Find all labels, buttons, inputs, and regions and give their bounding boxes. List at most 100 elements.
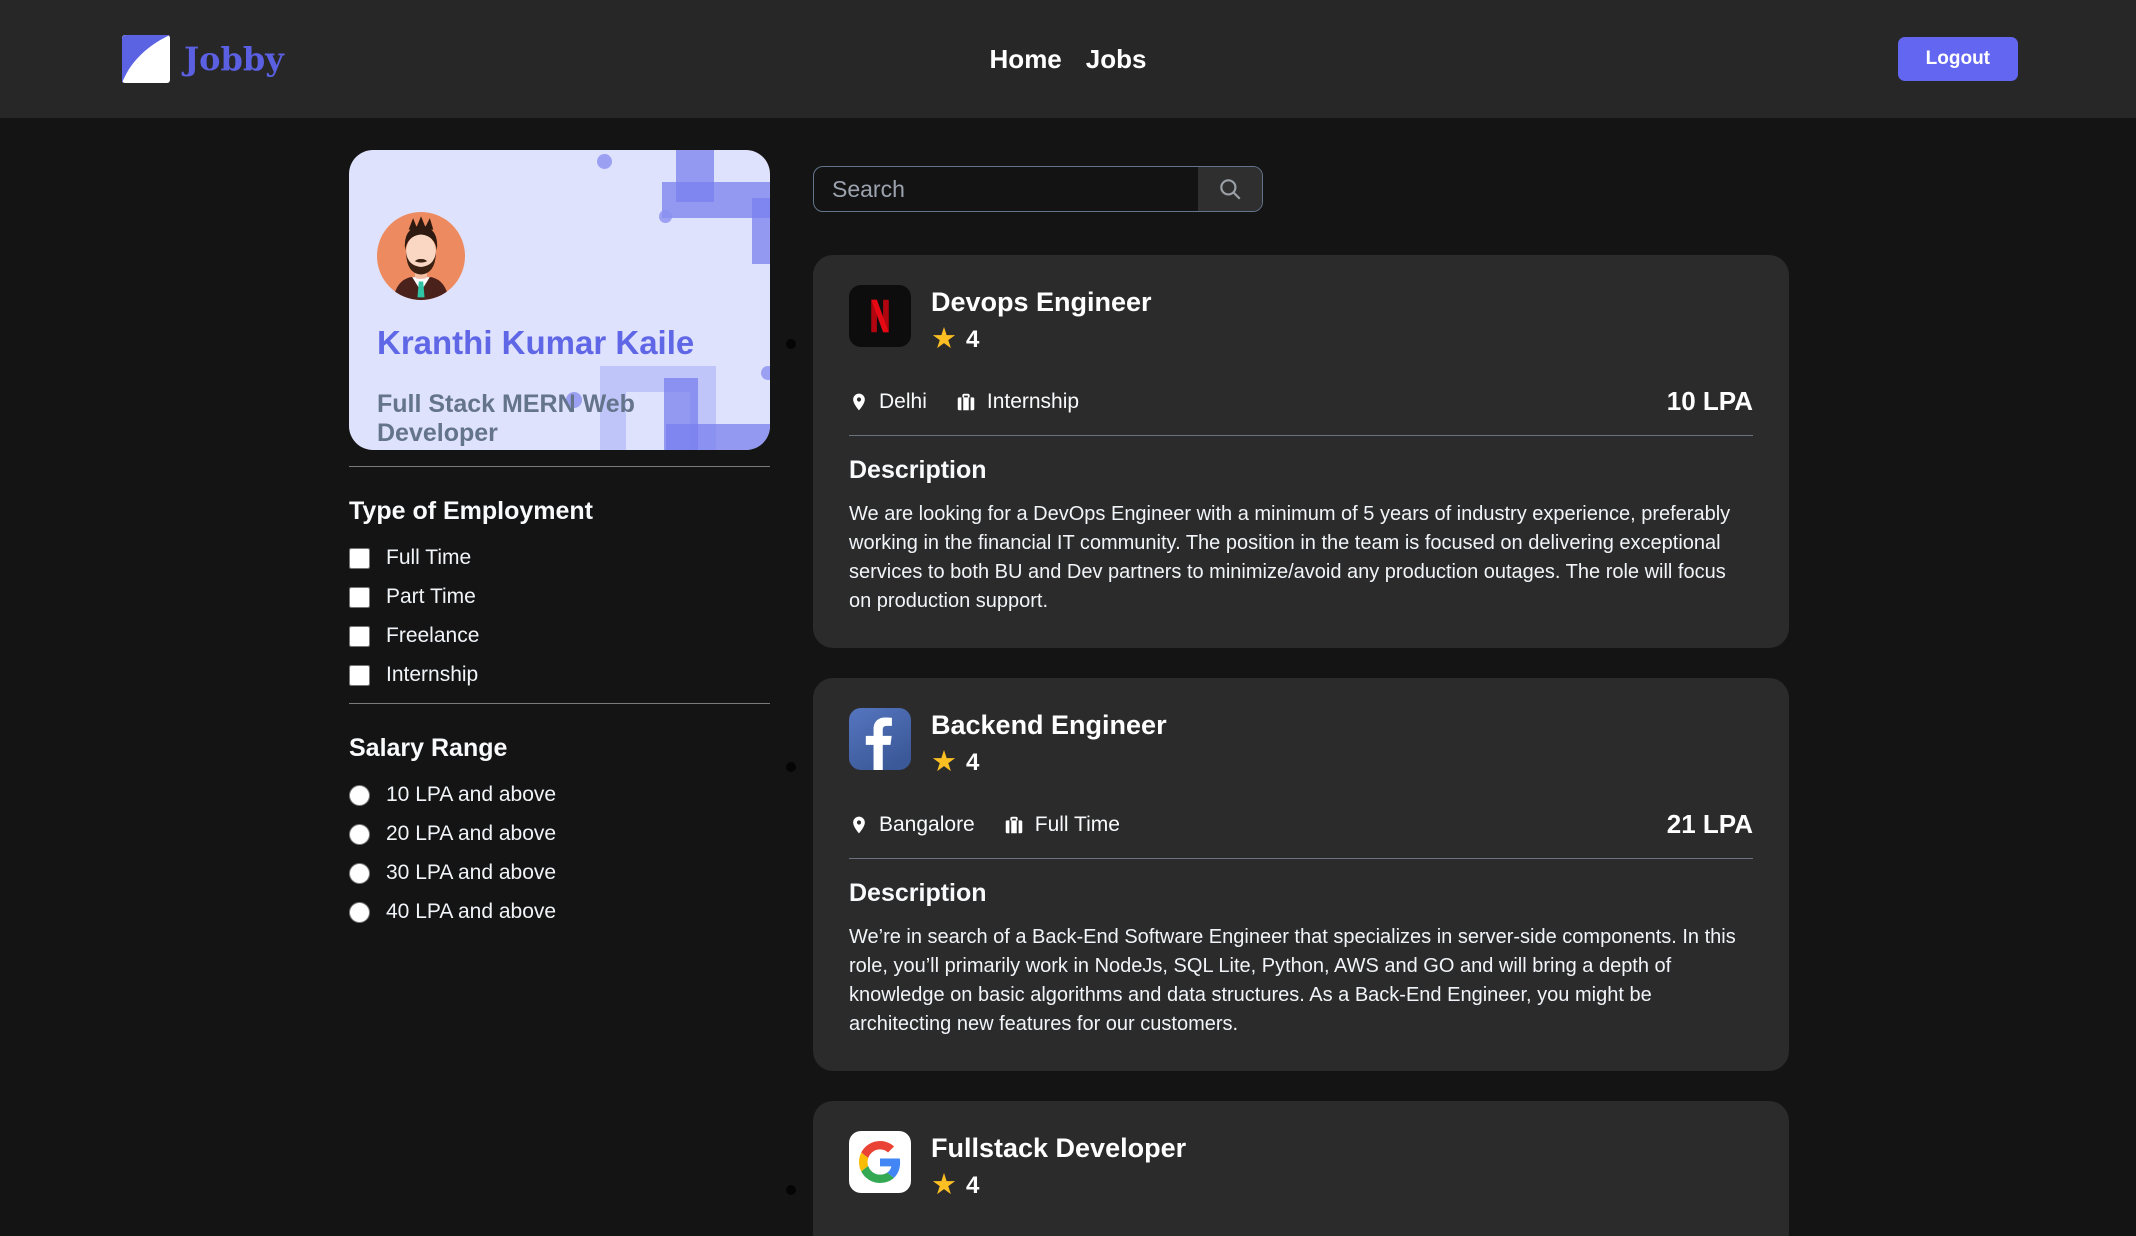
- employment-checkbox[interactable]: [349, 626, 370, 647]
- job-employment-type: Internship: [987, 390, 1079, 414]
- briefcase-icon: [955, 391, 977, 413]
- app-logo[interactable]: Jobby: [122, 35, 284, 83]
- job-rating-value: 4: [966, 326, 979, 354]
- logout-button[interactable]: Logout: [1898, 37, 2018, 81]
- job-location-item: Delhi: [849, 390, 927, 414]
- nav-link-home[interactable]: Home: [990, 44, 1062, 75]
- star-icon: ★: [931, 325, 957, 354]
- job-title-block: Devops Engineer ★ 4: [931, 285, 1152, 354]
- employment-checkbox[interactable]: [349, 665, 370, 686]
- employment-checkbox-label: Part Time: [386, 585, 476, 609]
- employment-checkbox-row[interactable]: Full Time: [349, 546, 770, 570]
- employment-checkbox[interactable]: [349, 548, 370, 569]
- main-content: Kranthi Kumar Kaile Full Stack MERN Web …: [0, 118, 2136, 1236]
- decor-bar: [752, 198, 770, 264]
- salary-radio[interactable]: [349, 902, 370, 923]
- app-logo-text: Jobby: [184, 40, 284, 78]
- job-rating-value: 4: [966, 1172, 979, 1200]
- salary-filter-list: 10 LPA and above 20 LPA and above 30 LPA…: [349, 783, 770, 924]
- employment-filter-title: Type of Employment: [349, 497, 770, 526]
- salary-radio-label: 30 LPA and above: [386, 861, 556, 885]
- job-card-header: Fullstack Developer ★ 4: [849, 1131, 1753, 1200]
- google-logo-icon: [849, 1131, 911, 1193]
- job-title: Devops Engineer: [931, 287, 1152, 318]
- location-pin-icon: [849, 391, 869, 413]
- sidebar-separator: [349, 703, 770, 704]
- profile-bio: Full Stack MERN Web Developer: [377, 390, 742, 448]
- job-meta-row: Bangalore Full Time 21 LPA: [849, 809, 1753, 840]
- job-description-title: Description: [849, 879, 1753, 908]
- salary-radio-row[interactable]: 10 LPA and above: [349, 783, 770, 807]
- star-icon: ★: [931, 748, 957, 777]
- salary-radio-label: 20 LPA and above: [386, 822, 556, 846]
- profile-name: Kranthi Kumar Kaile: [377, 324, 742, 362]
- employment-checkbox-row[interactable]: Freelance: [349, 624, 770, 648]
- employment-filter-list: Full Time Part Time Freelance Internship: [349, 546, 770, 687]
- job-title: Backend Engineer: [931, 710, 1167, 741]
- employment-checkbox[interactable]: [349, 587, 370, 608]
- search-icon: [1217, 176, 1243, 202]
- job-package: 21 LPA: [1667, 809, 1753, 840]
- job-package: 10 LPA: [1667, 1232, 1753, 1236]
- job-card-separator: [849, 435, 1753, 436]
- job-employment-type: Full Time: [1035, 813, 1120, 837]
- search-bar: [813, 166, 1263, 212]
- job-card-header: Devops Engineer ★ 4: [849, 285, 1753, 354]
- job-card[interactable]: Fullstack Developer ★ 4 Hyde: [813, 1101, 1789, 1236]
- salary-radio-label: 40 LPA and above: [386, 900, 556, 924]
- decor-dot: [761, 366, 770, 380]
- job-meta-row: Hyderabad Internship 10 LPA: [849, 1232, 1753, 1236]
- job-meta-row: Delhi Internship 10 LPA: [849, 386, 1753, 417]
- search-button[interactable]: [1198, 167, 1262, 211]
- job-title-block: Backend Engineer ★ 4: [931, 708, 1167, 777]
- job-location-item: Bangalore: [849, 813, 975, 837]
- salary-radio-label: 10 LPA and above: [386, 783, 556, 807]
- salary-filter-title: Salary Range: [349, 734, 770, 763]
- job-package: 10 LPA: [1667, 386, 1753, 417]
- salary-radio[interactable]: [349, 824, 370, 845]
- briefcase-icon: [1003, 814, 1025, 836]
- search-input[interactable]: [814, 167, 1198, 211]
- job-location: Delhi: [879, 390, 927, 414]
- profile-avatar: [377, 212, 465, 300]
- app-header: Jobby Home Jobs Logout: [0, 0, 2136, 118]
- decor-dot: [659, 210, 672, 223]
- employment-checkbox-row[interactable]: Internship: [349, 663, 770, 687]
- main-nav: Home Jobs: [990, 44, 1147, 75]
- location-pin-icon: [849, 814, 869, 836]
- sidebar: Kranthi Kumar Kaile Full Stack MERN Web …: [349, 150, 770, 939]
- job-location: Bangalore: [879, 813, 975, 837]
- decor-dot: [597, 154, 612, 169]
- job-rating-row: ★ 4: [931, 748, 1167, 777]
- salary-radio[interactable]: [349, 863, 370, 884]
- facebook-logo-icon: [849, 708, 911, 770]
- job-description-title: Description: [849, 456, 1753, 485]
- salary-radio-row[interactable]: 20 LPA and above: [349, 822, 770, 846]
- job-description-text: We’re in search of a Back-End Software E…: [849, 923, 1753, 1039]
- jobby-logo-icon: [122, 35, 170, 83]
- salary-radio-row[interactable]: 30 LPA and above: [349, 861, 770, 885]
- netflix-logo-icon: [849, 285, 911, 347]
- job-type-item: Full Time: [1003, 813, 1120, 837]
- nav-link-jobs[interactable]: Jobs: [1086, 44, 1147, 75]
- job-card-header: Backend Engineer ★ 4: [849, 708, 1753, 777]
- employment-checkbox-label: Internship: [386, 663, 478, 687]
- job-rating-row: ★ 4: [931, 1171, 1186, 1200]
- sidebar-separator: [349, 466, 770, 467]
- employment-checkbox-label: Full Time: [386, 546, 471, 570]
- profile-card: Kranthi Kumar Kaile Full Stack MERN Web …: [349, 150, 770, 450]
- job-rating-row: ★ 4: [931, 325, 1152, 354]
- job-description-text: We are looking for a DevOps Engineer wit…: [849, 500, 1753, 616]
- star-icon: ★: [931, 1171, 957, 1200]
- jobs-column: Devops Engineer ★ 4 Delhi: [813, 150, 1789, 1236]
- jobs-list: Devops Engineer ★ 4 Delhi: [813, 255, 1789, 1236]
- job-card-separator: [849, 858, 1753, 859]
- salary-radio-row[interactable]: 40 LPA and above: [349, 900, 770, 924]
- employment-checkbox-row[interactable]: Part Time: [349, 585, 770, 609]
- job-card[interactable]: Backend Engineer ★ 4 Bangalo: [813, 678, 1789, 1071]
- job-card[interactable]: Devops Engineer ★ 4 Delhi: [813, 255, 1789, 648]
- salary-radio[interactable]: [349, 785, 370, 806]
- job-type-item: Internship: [955, 390, 1079, 414]
- job-title-block: Fullstack Developer ★ 4: [931, 1131, 1186, 1200]
- job-title: Fullstack Developer: [931, 1133, 1186, 1164]
